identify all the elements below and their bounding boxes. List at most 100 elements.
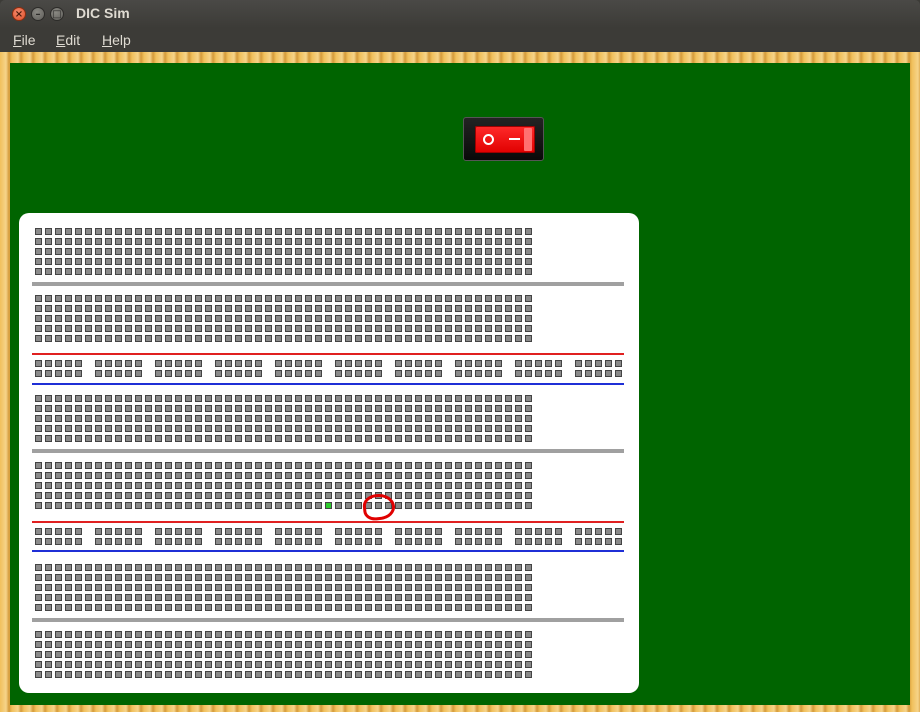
rail-hole[interactable] [545,528,552,535]
breadboard-hole[interactable] [515,492,522,499]
breadboard-hole[interactable] [125,315,132,322]
breadboard-hole[interactable] [235,604,242,611]
breadboard-hole[interactable] [155,268,162,275]
breadboard-hole[interactable] [85,305,92,312]
rail-hole[interactable] [305,528,312,535]
breadboard-hole[interactable] [485,671,492,678]
breadboard-hole[interactable] [265,395,272,402]
breadboard-hole[interactable] [155,574,162,581]
breadboard-hole[interactable] [395,415,402,422]
breadboard-hole[interactable] [155,502,162,509]
breadboard-hole[interactable] [165,631,172,638]
rail-hole[interactable] [375,360,382,367]
breadboard-hole[interactable] [255,238,262,245]
breadboard-hole[interactable] [225,472,232,479]
breadboard-hole[interactable] [75,405,82,412]
breadboard-hole[interactable] [495,604,502,611]
maximize-window-button[interactable]: □ [50,7,64,21]
breadboard-hole[interactable] [325,671,332,678]
breadboard-hole[interactable] [85,405,92,412]
breadboard-hole[interactable] [55,462,62,469]
breadboard-hole[interactable] [495,584,502,591]
rail-hole[interactable] [175,528,182,535]
breadboard-hole[interactable] [65,584,72,591]
breadboard-hole[interactable] [385,425,392,432]
breadboard-hole[interactable] [75,435,82,442]
breadboard-hole[interactable] [275,661,282,668]
breadboard-hole[interactable] [365,268,372,275]
breadboard-hole[interactable] [175,258,182,265]
breadboard-hole[interactable] [175,671,182,678]
breadboard-hole[interactable] [205,472,212,479]
breadboard-hole[interactable] [455,405,462,412]
breadboard-hole[interactable] [375,415,382,422]
breadboard-hole[interactable] [315,574,322,581]
breadboard-hole[interactable] [435,604,442,611]
breadboard-hole[interactable] [525,584,532,591]
breadboard-hole[interactable] [435,258,442,265]
breadboard-hole[interactable] [345,594,352,601]
breadboard-hole[interactable] [465,641,472,648]
breadboard-hole[interactable] [105,435,112,442]
breadboard-hole[interactable] [55,631,62,638]
breadboard-hole[interactable] [475,671,482,678]
breadboard-hole[interactable] [405,594,412,601]
breadboard-hole[interactable] [75,462,82,469]
breadboard-hole[interactable] [125,564,132,571]
breadboard-hole[interactable] [525,325,532,332]
breadboard-hole[interactable] [215,641,222,648]
breadboard-hole[interactable] [285,604,292,611]
breadboard-hole[interactable] [515,604,522,611]
breadboard-hole[interactable] [65,604,72,611]
breadboard-hole-lit[interactable] [325,502,332,509]
breadboard-hole[interactable] [115,435,122,442]
breadboard-hole[interactable] [225,671,232,678]
breadboard-hole[interactable] [515,295,522,302]
breadboard-hole[interactable] [515,405,522,412]
breadboard-hole[interactable] [355,492,362,499]
rail-hole[interactable] [435,528,442,535]
breadboard-hole[interactable] [295,564,302,571]
breadboard-hole[interactable] [425,295,432,302]
breadboard-hole[interactable] [115,335,122,342]
breadboard-hole[interactable] [235,268,242,275]
breadboard-hole[interactable] [465,425,472,432]
breadboard-hole[interactable] [255,325,262,332]
breadboard-hole[interactable] [305,482,312,489]
rail-hole[interactable] [165,538,172,545]
close-window-button[interactable]: × [12,7,26,21]
breadboard-hole[interactable] [105,325,112,332]
rail-hole[interactable] [225,360,232,367]
breadboard-hole[interactable] [495,482,502,489]
breadboard-hole[interactable] [125,415,132,422]
breadboard-hole[interactable] [445,405,452,412]
breadboard-hole[interactable] [135,671,142,678]
breadboard-hole[interactable] [415,574,422,581]
breadboard-hole[interactable] [165,228,172,235]
breadboard-hole[interactable] [335,574,342,581]
breadboard-hole[interactable] [195,258,202,265]
breadboard-hole[interactable] [295,651,302,658]
breadboard-hole[interactable] [215,574,222,581]
breadboard-hole[interactable] [415,295,422,302]
breadboard-hole[interactable] [295,482,302,489]
breadboard-hole[interactable] [325,564,332,571]
breadboard-hole[interactable] [365,594,372,601]
breadboard-hole[interactable] [65,661,72,668]
breadboard-hole[interactable] [245,492,252,499]
breadboard-hole[interactable] [425,228,432,235]
breadboard-hole[interactable] [155,248,162,255]
breadboard-hole[interactable] [485,435,492,442]
breadboard-hole[interactable] [125,305,132,312]
breadboard-hole[interactable] [65,248,72,255]
breadboard-hole[interactable] [215,295,222,302]
breadboard-hole[interactable] [225,492,232,499]
rail-hole[interactable] [45,538,52,545]
breadboard-hole[interactable] [325,425,332,432]
breadboard-hole[interactable] [345,661,352,668]
breadboard-hole[interactable] [55,258,62,265]
breadboard-hole[interactable] [145,315,152,322]
rail-hole[interactable] [245,528,252,535]
breadboard-hole[interactable] [285,564,292,571]
breadboard-hole[interactable] [395,248,402,255]
